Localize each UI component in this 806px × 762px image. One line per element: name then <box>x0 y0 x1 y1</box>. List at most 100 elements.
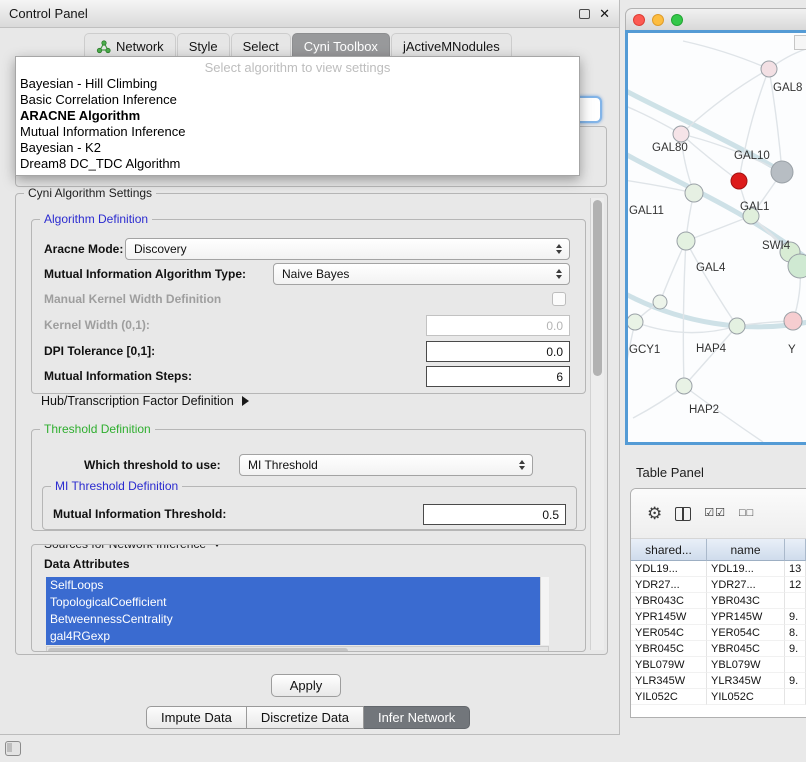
table-row[interactable]: YIL052C YIL052C <box>631 689 806 705</box>
table-cell[interactable]: YBR045C <box>707 641 785 657</box>
node-label: GAL11 <box>629 205 664 217</box>
node-gal10[interactable] <box>771 161 793 183</box>
attribute-list-hscrollbar-thumb[interactable] <box>48 648 348 652</box>
close-panel-icon[interactable]: ✕ <box>599 7 610 20</box>
node-gal11[interactable] <box>685 184 703 202</box>
node-selected-red[interactable] <box>731 173 747 189</box>
node-mid[interactable] <box>653 295 667 309</box>
table-cell[interactable] <box>785 657 806 673</box>
minimize-button[interactable] <box>652 14 664 26</box>
network-scrollbar-corner[interactable] <box>794 35 806 50</box>
network-window-titlebar[interactable] <box>625 8 806 30</box>
sources-group: Sources for Network Inference Data Attri… <box>31 544 586 652</box>
settings-scrollbar-thumb[interactable] <box>593 200 602 376</box>
float-window-icon[interactable] <box>579 9 590 19</box>
table-cell[interactable]: 12 <box>785 577 806 593</box>
mi-steps-field[interactable]: 6 <box>426 366 570 387</box>
table-cell[interactable]: YBL079W <box>707 657 785 673</box>
column-header-name[interactable]: name <box>707 539 785 561</box>
table-row[interactable]: YBR043C YBR043C <box>631 593 806 609</box>
attribute-list-vscrollbar[interactable] <box>540 577 549 645</box>
tab-impute-data[interactable]: Impute Data <box>146 706 247 729</box>
table-row[interactable]: YLR345W YLR345W 9. <box>631 673 806 689</box>
column-header-shared-name[interactable]: shared... <box>631 539 707 561</box>
table-cell[interactable]: YPR145W <box>707 609 785 625</box>
control-panel-window: Control Panel ✕ Network Style Select Cyn… <box>0 0 620 735</box>
dpi-tolerance-field[interactable]: 0.0 <box>426 341 570 362</box>
tab-select-label: Select <box>243 39 279 54</box>
node-gcy1[interactable] <box>628 314 643 330</box>
node-hap2[interactable] <box>676 378 692 394</box>
attribute-item-selected[interactable]: TopologicalCoefficient <box>46 594 540 611</box>
gear-icon[interactable]: ⚙ <box>647 505 662 522</box>
node-gal80[interactable] <box>673 126 689 142</box>
table-cell[interactable]: YER054C <box>631 625 707 641</box>
kernel-width-field[interactable]: 0.0 <box>426 315 570 336</box>
apply-button[interactable]: Apply <box>271 674 341 697</box>
node-right-pink[interactable] <box>784 312 802 330</box>
attribute-list-hscrollbar[interactable] <box>46 646 549 652</box>
table-cell[interactable]: YIL052C <box>631 689 707 705</box>
attribute-item-selected[interactable]: gal4RGexp <box>46 628 540 645</box>
select-all-checkboxes-icon[interactable]: ☑☑ <box>704 508 726 519</box>
tab-infer-network[interactable]: Infer Network <box>364 706 470 729</box>
table-cell[interactable]: YDR27... <box>631 577 707 593</box>
column-header-extra[interactable] <box>785 539 806 561</box>
algorithm-option[interactable]: Bayesian - Hill Climbing <box>16 76 579 92</box>
columns-icon[interactable] <box>675 507 691 521</box>
restore-panel-icon[interactable] <box>5 741 21 756</box>
table-cell[interactable]: 9. <box>785 641 806 657</box>
table-row[interactable]: YPR145W YPR145W 9. <box>631 609 806 625</box>
node-hap4[interactable] <box>729 318 745 334</box>
hub-definition-expander[interactable]: Hub/Transcription Factor Definition <box>41 394 249 408</box>
network-graph[interactable]: GAL8 GAL80 GAL10 GAL11 GAL1 SWI4 GAL4 GC… <box>628 33 806 442</box>
table-cell[interactable]: YBR043C <box>707 593 785 609</box>
network-canvas[interactable]: GAL8 GAL80 GAL10 GAL11 GAL1 SWI4 GAL4 GC… <box>625 30 806 445</box>
table-cell[interactable]: 8. <box>785 625 806 641</box>
table-row[interactable]: YDR27... YDR27... 12 <box>631 577 806 593</box>
deselect-all-checkboxes-icon[interactable]: □□ <box>739 508 754 519</box>
table-cell[interactable]: YBL079W <box>631 657 707 673</box>
algorithm-option[interactable]: Dream8 DC_TDC Algorithm <box>16 156 579 172</box>
table-cell[interactable]: YPR145W <box>631 609 707 625</box>
table-cell[interactable]: 9. <box>785 673 806 689</box>
table-cell[interactable]: YBR045C <box>631 641 707 657</box>
node-gal8[interactable] <box>761 61 777 77</box>
attribute-item-selected[interactable]: BetweennessCentrality <box>46 611 540 628</box>
attribute-item-selected[interactable]: SelfLoops <box>46 577 540 594</box>
settings-scrollbar[interactable] <box>590 198 604 650</box>
table-row[interactable]: YBR045C YBR045C 9. <box>631 641 806 657</box>
table-row[interactable]: YDL19... YDL19... 13 <box>631 561 806 577</box>
close-button[interactable] <box>633 14 645 26</box>
tab-discretize-data[interactable]: Discretize Data <box>247 706 364 729</box>
table-cell[interactable]: 9. <box>785 609 806 625</box>
data-attributes-list: SelfLoops TopologicalCoefficient Between… <box>46 577 540 645</box>
table-cell[interactable]: YDR27... <box>707 577 785 593</box>
manual-kernel-width-checkbox[interactable] <box>552 292 566 306</box>
node-labels: GAL8 GAL80 GAL10 GAL11 GAL1 SWI4 GAL4 GC… <box>629 82 802 416</box>
table-cell[interactable]: YDL19... <box>631 561 707 577</box>
mi-algorithm-type-combobox[interactable]: Naive Bayes <box>273 263 570 285</box>
table-cell[interactable]: 13 <box>785 561 806 577</box>
table-cell[interactable]: YER054C <box>707 625 785 641</box>
aracne-mode-combobox[interactable]: Discovery <box>125 238 570 260</box>
table-cell[interactable] <box>785 593 806 609</box>
table-row[interactable]: YER054C YER054C 8. <box>631 625 806 641</box>
which-threshold-value: MI Threshold <box>248 458 318 472</box>
which-threshold-combobox[interactable]: MI Threshold <box>239 454 533 476</box>
table-cell[interactable]: YDL19... <box>707 561 785 577</box>
table-cell[interactable]: YLR345W <box>631 673 707 689</box>
algorithm-option[interactable]: Bayesian - K2 <box>16 140 579 156</box>
algorithm-option-selected[interactable]: ARACNE Algorithm <box>16 108 579 124</box>
mi-threshold-field[interactable]: 0.5 <box>423 504 566 525</box>
table-row[interactable]: YBL079W YBL079W <box>631 657 806 673</box>
node-gal4[interactable] <box>677 232 695 250</box>
zoom-button[interactable] <box>671 14 683 26</box>
sources-legend[interactable]: Sources for Network Inference <box>40 544 226 551</box>
table-cell[interactable]: YBR043C <box>631 593 707 609</box>
table-cell[interactable]: YLR345W <box>707 673 785 689</box>
table-cell[interactable]: YIL052C <box>707 689 785 705</box>
algorithm-option[interactable]: Mutual Information Inference <box>16 124 579 140</box>
algorithm-option[interactable]: Basic Correlation Inference <box>16 92 579 108</box>
table-cell[interactable] <box>785 689 806 705</box>
